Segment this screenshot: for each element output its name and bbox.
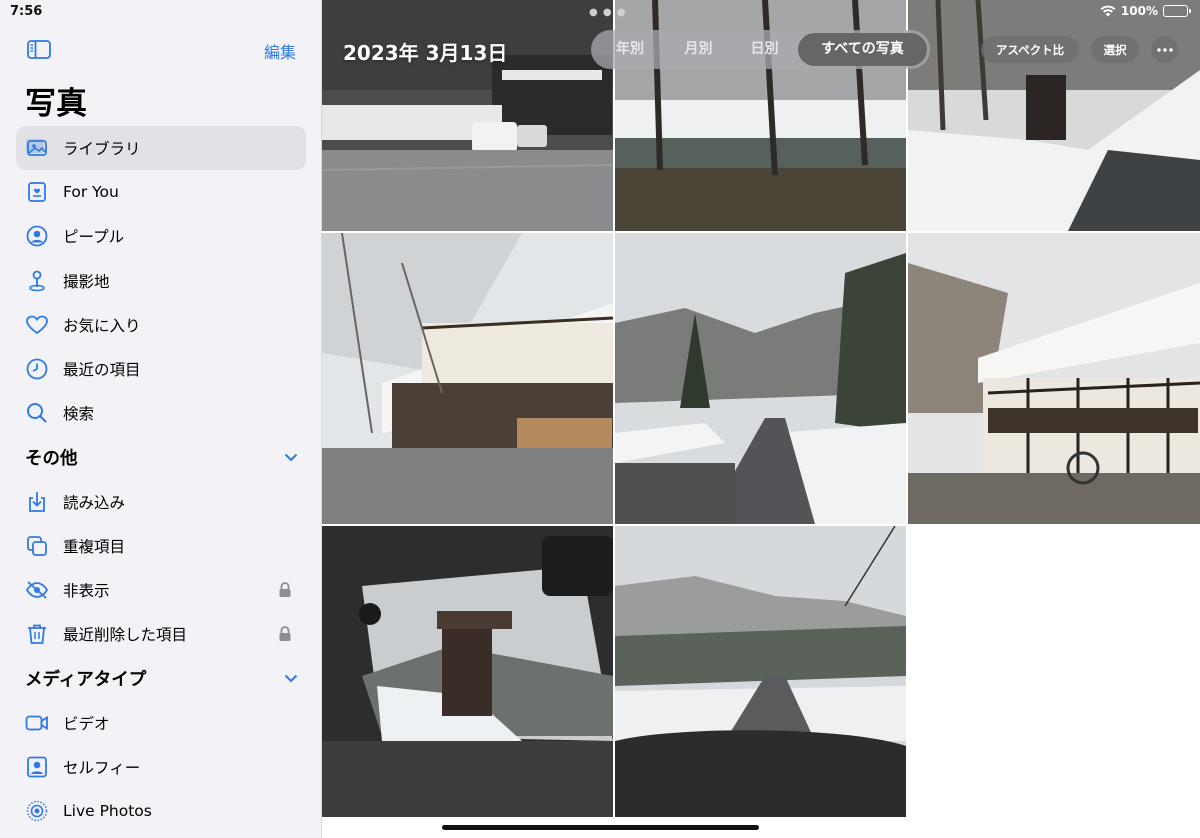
sidebar-item-label: Live Photos <box>63 801 152 820</box>
photo-thumbnail[interactable] <box>615 233 906 524</box>
sidebar-item-label: For You <box>63 183 119 202</box>
photo-thumbnail[interactable] <box>908 233 1200 524</box>
sidebar-item-hidden[interactable]: 非表示 <box>16 568 306 612</box>
sidebar-item-label: 最近の項目 <box>63 361 141 380</box>
video-icon <box>24 710 50 736</box>
sidebar-item-for-you[interactable]: For You <box>16 170 306 214</box>
duplicates-icon <box>24 533 50 559</box>
sidebar-item-label: 検索 <box>63 405 95 424</box>
sidebar-item-duplicates[interactable]: 重複項目 <box>16 524 306 568</box>
person-circle-icon <box>24 223 50 249</box>
sidebar-item-places[interactable]: 撮影地 <box>16 259 306 303</box>
sidebar-item-live-photos[interactable]: Live Photos <box>16 789 306 833</box>
sidebar-toggle-icon[interactable] <box>27 40 51 59</box>
sidebar-item-people[interactable]: ピープル <box>16 214 306 258</box>
sidebar-item-label: ピープル <box>63 228 125 247</box>
sidebar-item-label: 読み込み <box>63 493 126 512</box>
tab-years[interactable]: 年別 <box>594 33 666 66</box>
eye-slash-icon <box>24 577 50 603</box>
ellipsis-icon <box>1156 47 1173 52</box>
edit-button[interactable]: 編集 <box>264 39 296 63</box>
sidebar-item-label: 重複項目 <box>63 537 126 556</box>
search-icon <box>24 400 50 426</box>
sidebar: 編集 写真 ライブラリ For You ピープル 撮影地 お気に入り 最近の項目… <box>0 0 322 838</box>
heart-icon <box>24 312 50 338</box>
lock-icon <box>279 582 291 597</box>
section-title: メディアタイプ <box>25 669 147 690</box>
photo-thumbnail[interactable] <box>322 233 613 524</box>
sidebar-item-label: セルフィー <box>63 758 141 777</box>
section-header-media-types[interactable]: メディアタイプ <box>16 656 306 700</box>
more-button[interactable] <box>1151 36 1178 63</box>
sidebar-nav: ライブラリ For You ピープル 撮影地 お気に入り 最近の項目 検索 その… <box>16 126 306 833</box>
sidebar-item-search[interactable]: 検索 <box>16 391 306 435</box>
photo-library-icon <box>24 135 50 161</box>
sidebar-item-library[interactable]: ライブラリ <box>16 126 306 171</box>
sidebar-item-label: ビデオ <box>63 714 110 733</box>
photo-thumbnail[interactable] <box>908 0 1200 231</box>
sidebar-item-label: ライブラリ <box>63 140 141 159</box>
select-button[interactable]: 選択 <box>1091 36 1139 63</box>
chevron-down-icon <box>284 675 298 683</box>
battery-percent: 100% <box>1120 4 1158 18</box>
home-indicator[interactable] <box>442 825 759 830</box>
live-photos-icon <box>24 798 50 824</box>
lock-icon <box>279 626 291 642</box>
sidebar-item-videos[interactable]: ビデオ <box>16 700 306 744</box>
tab-all-photos[interactable]: すべての写真 <box>798 33 927 66</box>
clock-icon <box>24 356 50 382</box>
date-title: 2023年 3月13日 <box>343 41 508 65</box>
photo-thumbnail[interactable] <box>322 526 613 817</box>
status-time: 7:56 <box>10 4 43 19</box>
chevron-down-icon <box>284 454 298 462</box>
battery-icon <box>1163 5 1191 17</box>
map-pin-icon <box>24 268 50 294</box>
photo-thumbnail[interactable] <box>615 526 906 817</box>
section-title: その他 <box>25 448 78 469</box>
multitasking-dots[interactable]: ● ● ● <box>589 7 627 18</box>
sidebar-item-favorites[interactable]: お気に入り <box>16 303 306 347</box>
wifi-icon <box>1100 5 1116 17</box>
aspect-ratio-button[interactable]: アスペクト比 <box>981 36 1079 63</box>
selfie-icon <box>24 754 50 780</box>
sidebar-item-label: 非表示 <box>63 581 110 600</box>
sidebar-title: 写真 <box>25 86 87 122</box>
tab-months[interactable]: 月別 <box>666 33 731 66</box>
tab-days[interactable]: 日別 <box>731 33 798 66</box>
section-header-other[interactable]: その他 <box>16 435 306 479</box>
sidebar-item-label: 撮影地 <box>63 272 110 291</box>
view-segmented-control: 年別 月別 日別 すべての写真 <box>591 30 930 69</box>
import-icon <box>24 489 50 515</box>
sidebar-item-recently-deleted[interactable]: 最近削除した項目 <box>16 612 306 656</box>
for-you-icon <box>24 179 50 205</box>
sidebar-item-label: お気に入り <box>63 316 141 335</box>
sidebar-item-imports[interactable]: 読み込み <box>16 480 306 524</box>
trash-icon <box>24 621 50 647</box>
sidebar-item-label: 最近削除した項目 <box>63 626 188 645</box>
status-indicators: 100% <box>1100 4 1191 18</box>
photo-thumbnail[interactable] <box>322 0 613 231</box>
sidebar-item-recents[interactable]: 最近の項目 <box>16 347 306 391</box>
sidebar-item-selfies[interactable]: セルフィー <box>16 745 306 789</box>
